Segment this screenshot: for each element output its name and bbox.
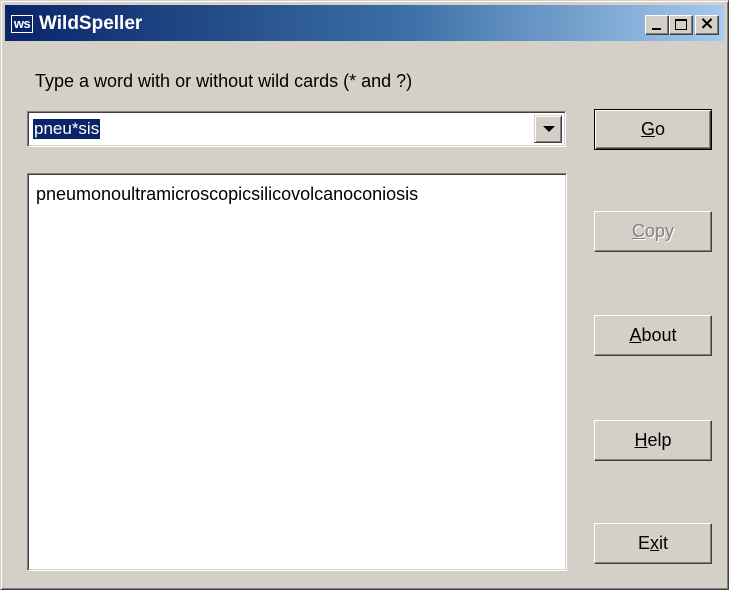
copy-access-key: C [631,221,645,241]
results-list[interactable]: pneumonoultramicroscopicsilicovolcanocon… [27,173,567,571]
app-window: ws WildSpeller × Type a word with or wit… [0,0,729,590]
dropdown-arrow-icon [543,126,555,132]
minimize-icon [652,28,661,30]
go-access-key: G [640,119,655,139]
about-label: bout [641,325,677,345]
about-access-key: A [629,325,642,345]
copy-button[interactable]: Copy [594,211,712,252]
instruction-label: Type a word with or without wild cards (… [35,71,413,91]
help-button[interactable]: Help [594,420,712,461]
close-icon: × [699,13,715,34]
maximize-icon [675,19,687,30]
about-button[interactable]: About [594,315,712,356]
word-input[interactable]: pneu*sis [33,119,101,139]
title-bar[interactable]: ws WildSpeller × [5,5,724,41]
minimize-button[interactable] [645,15,669,35]
go-button[interactable]: Go [594,109,712,150]
word-combobox[interactable]: pneu*sis [27,111,566,147]
exit-label-rest: it [659,533,668,553]
help-access-key: H [634,430,648,450]
list-item[interactable]: pneumonoultramicroscopicsilicovolcanocon… [36,184,418,204]
dropdown-button[interactable] [534,115,562,143]
help-label: elp [647,430,672,450]
close-button[interactable]: × [695,15,719,35]
exit-label-pre: E [637,533,650,553]
window-title: WildSpeller [39,13,143,34]
exit-button[interactable]: Exit [594,523,712,564]
maximize-button[interactable] [669,15,693,35]
exit-access-key: x [650,533,659,553]
app-icon[interactable]: ws [11,15,33,33]
go-label: o [655,119,666,139]
copy-label: opy [644,221,675,241]
